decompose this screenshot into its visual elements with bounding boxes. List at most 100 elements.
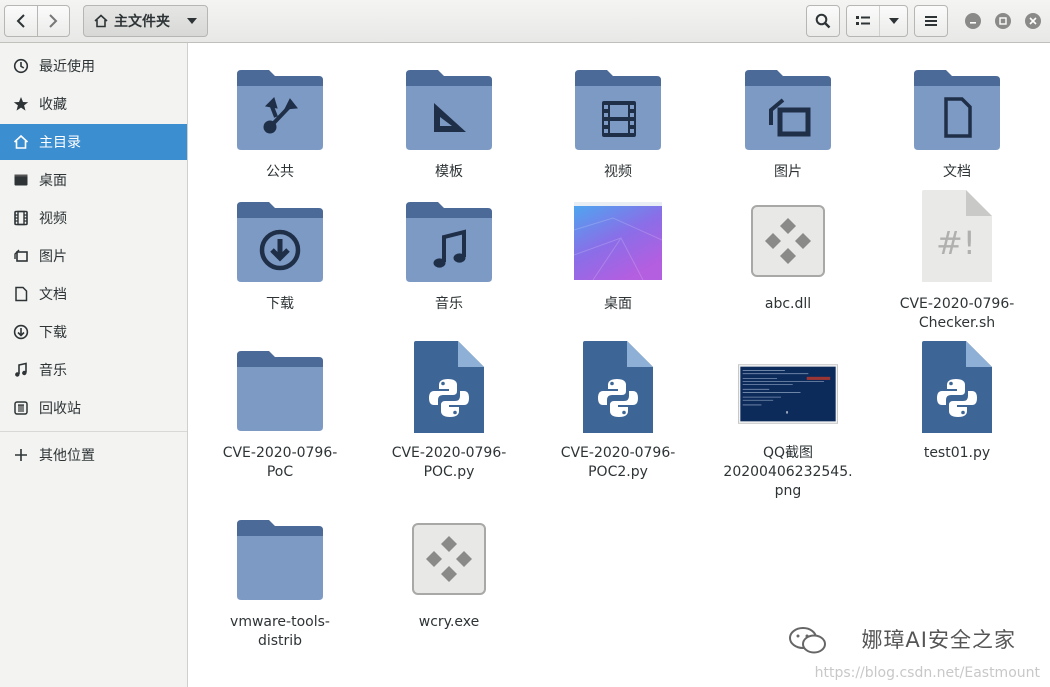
menu-button[interactable]: [914, 5, 948, 37]
star-icon: [12, 95, 30, 113]
file-item[interactable]: wcry.exe: [369, 511, 529, 632]
desktop-thumbnail-icon: [568, 193, 668, 289]
file-item[interactable]: abc.dll: [708, 193, 868, 314]
sidebar-item-label: 收藏: [39, 97, 67, 113]
minimize-icon: [970, 22, 976, 24]
file-item[interactable]: CVE-2020-0796- PoC: [200, 342, 360, 482]
file-label: CVE-2020-0796- Checker.sh: [899, 296, 1015, 331]
sidebar-item-label: 音乐: [39, 363, 67, 379]
sidebar-item-videos[interactable]: 视频: [0, 200, 187, 236]
sidebar-item-label: 下载: [39, 325, 67, 341]
folder-icon: [230, 342, 330, 438]
close-icon: [1029, 17, 1037, 25]
sidebar-item-other-locations[interactable]: 其他位置: [0, 437, 187, 473]
file-label: 下载: [266, 296, 294, 312]
path-home-button[interactable]: 主文件夹: [83, 5, 208, 37]
file-label: 公共: [266, 164, 294, 180]
file-item[interactable]: 文档: [877, 61, 1037, 182]
sidebar-item-desktop[interactable]: 桌面: [0, 162, 187, 198]
minimize-button[interactable]: [965, 13, 981, 29]
file-label: test01.py: [923, 445, 991, 461]
python-file-icon: [399, 335, 499, 438]
header-bar: 主文件夹: [0, 0, 1050, 43]
file-label: vmware-tools- distrib: [230, 614, 330, 649]
file-item[interactable]: CVE-2020-0796- POC.py: [369, 335, 529, 482]
executable-icon: [399, 511, 499, 607]
sidebar-item-trash[interactable]: 回收站: [0, 390, 187, 426]
shell-script-icon: #!: [907, 183, 1007, 289]
file-label: CVE-2020-0796- POC.py: [391, 445, 507, 480]
file-item[interactable]: CVE-2020-0796- POC2.py: [538, 335, 698, 482]
file-label: abc.dll: [764, 296, 812, 312]
search-button[interactable]: [806, 5, 840, 37]
sidebar-item-starred[interactable]: 收藏: [0, 86, 187, 122]
file-item[interactable]: 模板: [369, 61, 529, 182]
view-options-button[interactable]: [846, 5, 908, 37]
file-item[interactable]: 下载: [200, 193, 360, 314]
file-item[interactable]: 桌面: [538, 193, 698, 314]
music-icon: [12, 361, 30, 379]
watermark-url: https://blog.csdn.net/Eastmount: [814, 665, 1040, 681]
video-icon: [12, 209, 30, 227]
maximize-button[interactable]: [995, 13, 1011, 29]
folder-pictures-icon: [738, 61, 838, 157]
file-item[interactable]: 图片: [708, 61, 868, 182]
plus-icon: [12, 446, 30, 464]
file-item[interactable]: QQ截图 20200406232545. png: [708, 349, 868, 501]
chevron-left-icon: [16, 14, 25, 28]
chevron-down-icon: [187, 18, 197, 24]
list-view-toggle[interactable]: [847, 6, 879, 36]
sidebar-item-home[interactable]: 主目录: [0, 124, 187, 160]
sidebar-item-documents[interactable]: 文档: [0, 276, 187, 312]
folder-videos-icon: [568, 61, 668, 157]
sidebar: 最近使用 收藏 主目录 桌面 视频 图片 文档 下载 音乐 回收站 其他位置: [0, 43, 188, 687]
sidebar-item-downloads[interactable]: 下载: [0, 314, 187, 350]
search-icon: [815, 13, 831, 29]
sidebar-item-label: 主目录: [39, 135, 81, 151]
folder-music-icon: [399, 193, 499, 289]
file-label: 音乐: [435, 296, 463, 312]
file-item[interactable]: #! CVE-2020-0796- Checker.sh: [877, 183, 1037, 333]
python-file-icon: [907, 335, 1007, 438]
folder-download-icon: [230, 193, 330, 289]
sidebar-item-label: 图片: [39, 249, 67, 265]
home-icon: [94, 14, 108, 28]
image-thumbnail-icon: [738, 349, 838, 438]
file-label: CVE-2020-0796- POC2.py: [560, 445, 676, 480]
file-item[interactable]: vmware-tools- distrib: [200, 511, 360, 651]
file-label: QQ截图 20200406232545. png: [723, 445, 853, 499]
file-label: CVE-2020-0796- PoC: [222, 445, 338, 480]
picture-icon: [12, 247, 30, 265]
wechat-logo-icon: [789, 627, 826, 654]
clock-icon: [12, 57, 30, 75]
sidebar-item-label: 桌面: [39, 173, 67, 189]
folder-templates-icon: [399, 61, 499, 157]
python-file-icon: [568, 335, 668, 438]
sidebar-item-pictures[interactable]: 图片: [0, 238, 187, 274]
download-icon: [12, 323, 30, 341]
sidebar-divider: [0, 431, 187, 432]
hamburger-menu-icon: [925, 16, 937, 26]
home-icon: [12, 133, 30, 151]
path-label: 主文件夹: [114, 14, 170, 30]
file-label: 图片: [774, 164, 802, 180]
sidebar-item-music[interactable]: 音乐: [0, 352, 187, 388]
sidebar-item-recent[interactable]: 最近使用: [0, 48, 187, 84]
close-button[interactable]: [1025, 13, 1041, 29]
file-item[interactable]: 公共: [200, 61, 360, 182]
forward-button[interactable]: [36, 6, 69, 36]
maximize-icon: [999, 17, 1007, 25]
file-item[interactable]: 视频: [538, 61, 698, 182]
file-label: 模板: [435, 164, 463, 180]
file-label: wcry.exe: [418, 614, 480, 630]
view-dropdown[interactable]: [879, 6, 907, 36]
chevron-right-icon: [49, 14, 58, 28]
file-item[interactable]: test01.py: [877, 335, 1037, 463]
back-button[interactable]: [5, 6, 37, 36]
folder-public-icon: [230, 61, 330, 157]
file-label: 桌面: [604, 296, 632, 312]
sidebar-item-label: 视频: [39, 211, 67, 227]
file-item[interactable]: 音乐: [369, 193, 529, 314]
folder-icon: [230, 511, 330, 607]
navigation-buttons: [4, 5, 70, 37]
